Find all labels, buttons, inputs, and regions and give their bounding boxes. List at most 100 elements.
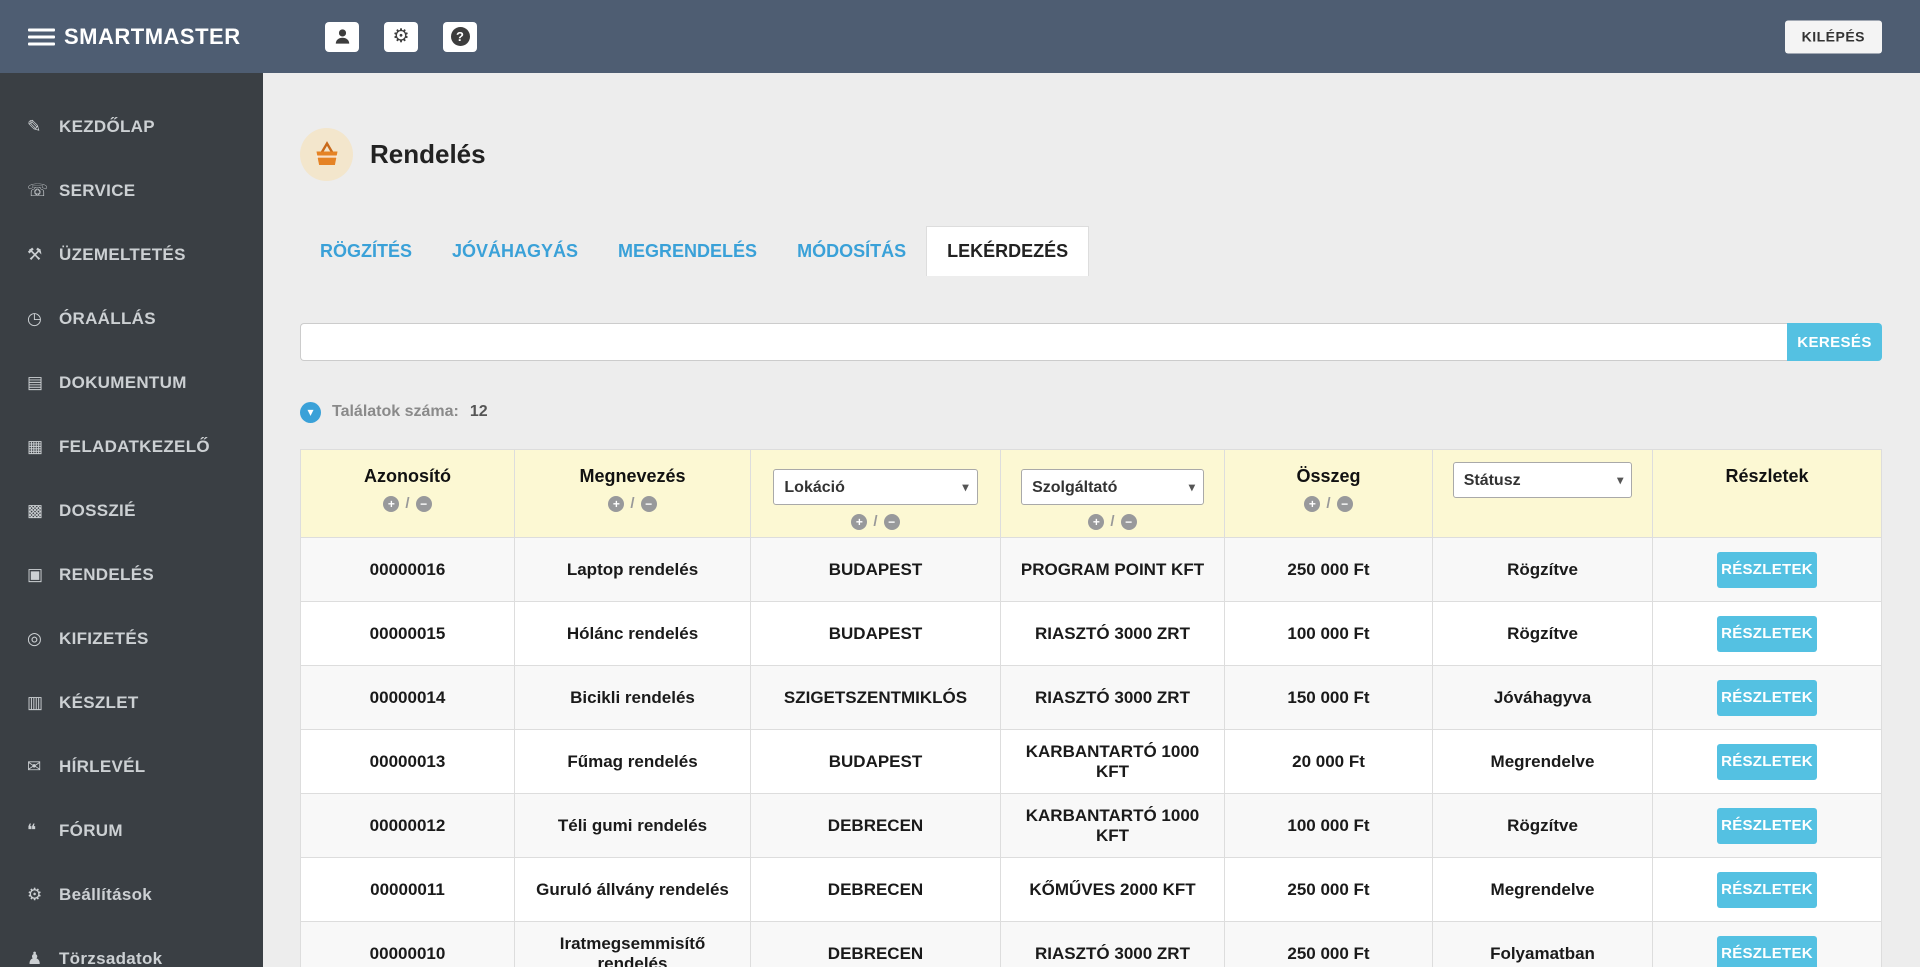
search-input[interactable] <box>300 323 1787 361</box>
tab-rogzites[interactable]: RÖGZÍTÉS <box>300 227 432 276</box>
settings-button[interactable]: ⚙ <box>384 21 418 52</box>
tab-jovahagyas[interactable]: JÓVÁHAGYÁS <box>432 227 598 276</box>
status-filter[interactable]: Státusz <box>1452 462 1633 498</box>
orders-table: Azonosító + / − Megnevezés + / − Lokáció… <box>300 449 1882 967</box>
sort-desc-icon[interactable]: − <box>883 513 900 530</box>
order-provider-cell: KARBANTARTÓ 1000 KFT <box>1000 793 1225 858</box>
details-button[interactable]: RÉSZLETEK <box>1717 743 1817 780</box>
user-button[interactable] <box>325 21 359 52</box>
order-amount-cell: 150 000 Ft <box>1224 665 1433 730</box>
order-status-cell: Rögzítve <box>1432 793 1653 858</box>
search-button[interactable]: KERESÉS <box>1787 323 1882 361</box>
order-location-cell: SZIGETSZENTMIKLÓS <box>750 665 1001 730</box>
sidebar-item-rendeles[interactable]: ▣ RENDELÉS <box>0 543 263 607</box>
sidebar-item-label: DOKUMENTUM <box>59 373 187 392</box>
help-button[interactable]: ? <box>443 21 477 52</box>
topbar-buttons: ⚙ ? <box>325 21 477 52</box>
column-title: Megnevezés <box>579 466 686 486</box>
sidebar-item-label: FELADATKEZELŐ <box>59 437 210 456</box>
sidebar-item-label: RENDELÉS <box>59 565 154 584</box>
order-name-cell: Hólánc rendelés <box>514 601 751 666</box>
payment-icon: ◎ <box>27 629 42 648</box>
table-row: 00000010 Iratmegsemmisítő rendelés DEBRE… <box>300 921 1882 967</box>
menu-icon[interactable] <box>28 24 55 49</box>
order-location-cell: BUDAPEST <box>750 537 1001 602</box>
sidebar-item-service[interactable]: ☏ SERVICE <box>0 159 263 223</box>
order-provider-cell: KARBANTARTÓ 1000 KFT <box>1000 729 1225 794</box>
gear-icon: ⚙ <box>27 885 43 904</box>
sidebar-item-label: ÜZEMELTETÉS <box>59 245 186 264</box>
tab-lekerdezes[interactable]: LEKÉRDEZÉS <box>926 226 1090 276</box>
column-title: Összeg <box>1296 466 1361 486</box>
tab-bar: RÖGZÍTÉS JÓVÁHAGYÁS MEGRENDELÉS MÓDOSÍTÁS LE… <box>300 226 1882 276</box>
sort-desc-icon[interactable]: − <box>1120 513 1137 530</box>
table-row: 00000013 Fűmag rendelés BUDAPEST KARBANT… <box>300 729 1882 794</box>
user-icon <box>335 29 349 44</box>
provider-filter[interactable]: Szolgáltató <box>1021 469 1204 505</box>
sidebar-item-torzsadatok[interactable]: ♟ Törzsadatok <box>0 927 263 967</box>
sort-asc-icon[interactable]: + <box>1088 513 1105 530</box>
details-button[interactable]: RÉSZLETEK <box>1717 807 1817 844</box>
table-row: 00000016 Laptop rendelés BUDAPEST PROGRA… <box>300 537 1882 602</box>
folder-icon: ▤ <box>27 373 44 392</box>
details-button[interactable]: RÉSZLETEK <box>1717 871 1817 908</box>
sort-asc-icon[interactable]: + <box>1304 495 1321 512</box>
order-amount-cell: 100 000 Ft <box>1224 601 1433 666</box>
sidebar-item-beallitasok[interactable]: ⚙ Beállítások <box>0 863 263 927</box>
table-row: 00000012 Téli gumi rendelés DEBRECEN KAR… <box>300 793 1882 858</box>
sidebar-item-dokumentum[interactable]: ▤ DOKUMENTUM <box>0 351 263 415</box>
tab-modositas[interactable]: MÓDOSÍTÁS <box>777 227 926 276</box>
sort-asc-icon[interactable]: + <box>851 513 868 530</box>
order-status-cell: Megrendelve <box>1432 729 1653 794</box>
details-button[interactable]: RÉSZLETEK <box>1717 615 1817 652</box>
sidebar-item-label: ÓRAÁLLÁS <box>59 309 156 328</box>
order-id-cell: 00000013 <box>300 729 515 794</box>
page-header: Rendelés <box>300 128 1882 181</box>
details-button[interactable]: RÉSZLETEK <box>1717 679 1817 716</box>
table-row: 00000011 Guruló állvány rendelés DEBRECE… <box>300 857 1882 922</box>
sort-desc-icon[interactable]: − <box>1336 495 1353 512</box>
location-filter[interactable]: Lokáció <box>773 469 978 505</box>
sidebar-item-forum[interactable]: ❝ FÓRUM <box>0 799 263 863</box>
sort-asc-icon[interactable]: + <box>608 495 625 512</box>
search-bar: KERESÉS <box>300 323 1882 361</box>
clock-icon: ◷ <box>27 309 42 328</box>
order-provider-cell: RIASZTÓ 3000 ZRT <box>1000 601 1225 666</box>
sort-desc-icon[interactable]: − <box>415 495 432 512</box>
column-title: Részletek <box>1725 466 1809 486</box>
mail-icon: ✉ <box>27 757 42 776</box>
logout-button[interactable]: KILÉPÉS <box>1784 20 1882 53</box>
order-amount-cell: 20 000 Ft <box>1224 729 1433 794</box>
sort-desc-icon[interactable]: − <box>640 495 657 512</box>
sidebar-item-feladatkezelo[interactable]: ▦ FELADATKEZELŐ <box>0 415 263 479</box>
sidebar-item-kifizetes[interactable]: ◎ KIFIZETÉS <box>0 607 263 671</box>
order-details-cell: RÉSZLETEK <box>1652 793 1882 858</box>
sort-asc-icon[interactable]: + <box>383 495 400 512</box>
sidebar-item-label: Törzsadatok <box>59 949 163 967</box>
tab-megrendeles[interactable]: MEGRENDELÉS <box>598 227 777 276</box>
sidebar-item-uzemeltetes[interactable]: ⚒ ÜZEMELTETÉS <box>0 223 263 287</box>
order-id-cell: 00000014 <box>300 665 515 730</box>
sidebar-item-kezdolap[interactable]: ✎ KEZDŐLAP <box>0 95 263 159</box>
order-page-icon <box>300 128 353 181</box>
column-header-osszeg: Összeg + / − <box>1224 449 1433 538</box>
order-status-cell: Rögzítve <box>1432 537 1653 602</box>
order-id-cell: 00000012 <box>300 793 515 858</box>
details-button[interactable]: RÉSZLETEK <box>1717 935 1817 967</box>
sidebar-item-keszlet[interactable]: ▥ KÉSZLET <box>0 671 263 735</box>
sidebar-item-label: HÍRLEVÉL <box>59 757 146 776</box>
sidebar-menu: ✎ KEZDŐLAP ☏ SERVICE ⚒ ÜZEMELTETÉS ◷ ÓRA… <box>0 95 263 967</box>
order-amount-cell: 250 000 Ft <box>1224 537 1433 602</box>
collapse-arrow-icon[interactable]: ▾ <box>300 401 321 423</box>
basket-small-icon: ▣ <box>27 565 44 584</box>
sidebar-item-hirlevel[interactable]: ✉ HÍRLEVÉL <box>0 735 263 799</box>
sidebar-item-oraallas[interactable]: ◷ ÓRAÁLLÁS <box>0 287 263 351</box>
table-row: 00000015 Hólánc rendelés BUDAPEST RIASZT… <box>300 601 1882 666</box>
order-name-cell: Fűmag rendelés <box>514 729 751 794</box>
page-title: Rendelés <box>370 139 486 169</box>
table-row: 00000014 Bicikli rendelés SZIGETSZENTMIK… <box>300 665 1882 730</box>
sidebar-item-dosszie[interactable]: ▩ DOSSZIÉ <box>0 479 263 543</box>
sidebar-item-label: Beállítások <box>59 885 153 904</box>
details-button[interactable]: RÉSZLETEK <box>1717 551 1817 588</box>
order-amount-cell: 100 000 Ft <box>1224 793 1433 858</box>
